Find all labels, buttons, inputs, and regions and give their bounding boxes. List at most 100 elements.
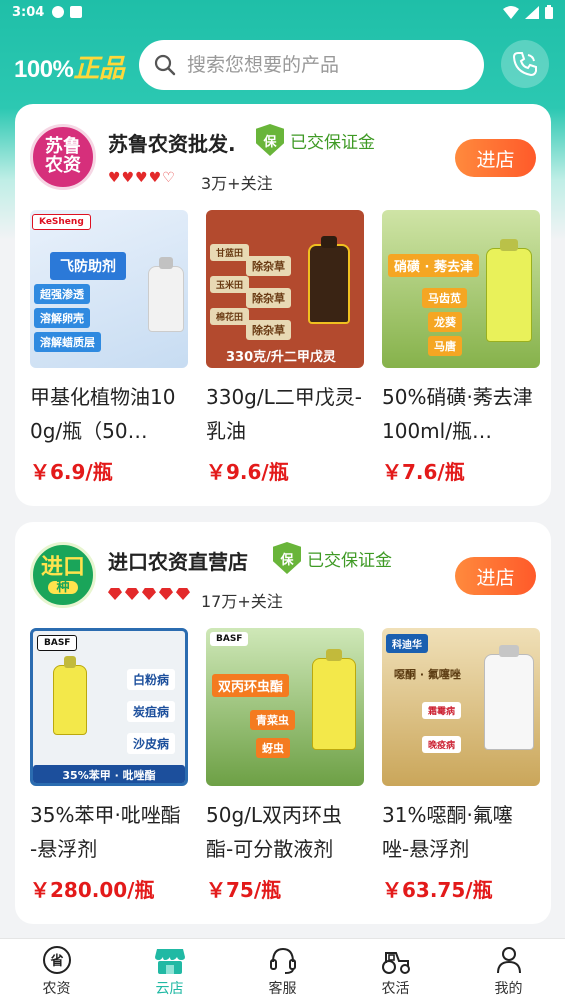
- diamond-icon: [125, 588, 139, 600]
- image-label: 超强渗透: [34, 284, 90, 304]
- shop-name[interactable]: 进口农资直营店: [108, 546, 248, 575]
- product-item[interactable]: 甘蓝田 除杂草 玉米田 除杂草 棉花田 除杂草 330克/升二甲戊灵 330g/…: [206, 210, 364, 485]
- product-name[interactable]: 330g/L二甲戊灵-乳油: [206, 380, 364, 448]
- shield-icon: 保: [256, 124, 284, 156]
- bottle-graphic: [148, 266, 184, 332]
- bottle-graphic: [312, 658, 356, 750]
- product-image[interactable]: BASF 白粉病 炭疽病 沙皮病 35%苯甲 · 吡唑酯: [30, 628, 188, 786]
- tab-yundian[interactable]: 云店: [113, 939, 226, 1004]
- bottom-tab-bar: 省 农资 云店 客服 农活 我的: [0, 938, 565, 1004]
- product-name[interactable]: 甲基化植物油100g/瓶（50…: [30, 380, 188, 448]
- product-price: ￥75/瓶: [206, 878, 282, 902]
- product-name[interactable]: 35%苯甲·吡唑酯 -悬浮剂: [30, 798, 188, 866]
- bottle-graphic: [308, 244, 350, 324]
- shop-rating: [108, 588, 193, 600]
- image-caption: 35%苯甲 · 吡唑酯: [33, 765, 185, 783]
- phone-button[interactable]: [501, 40, 549, 88]
- product-price: ￥7.6/瓶: [382, 460, 465, 484]
- brand-logo: 100%正品: [14, 48, 125, 85]
- product-price: ￥280.00/瓶: [30, 878, 155, 902]
- tab-nongzi[interactable]: 省 农资: [0, 939, 113, 1004]
- image-label: 除杂草: [246, 256, 291, 276]
- deposit-badge-label: 已交保证金: [307, 550, 392, 571]
- image-label: 青菜虫: [250, 710, 295, 730]
- heart-icon: ♥: [135, 170, 148, 186]
- image-label: 除杂草: [246, 320, 291, 340]
- followers-count: 17万+关注: [201, 592, 283, 611]
- shop-logo-line2: 种: [48, 581, 78, 595]
- bottle-graphic: [53, 665, 87, 735]
- tab-wode[interactable]: 我的: [452, 939, 565, 1004]
- image-label: 甘蓝田: [210, 244, 250, 261]
- image-label: 炭疽病: [127, 701, 176, 722]
- image-label: 马齿苋: [422, 288, 467, 308]
- product-item[interactable]: KeSheng 飞防助剂 超强渗透 溶解卵壳 溶解蜡质层 甲基化植物油100g/…: [30, 210, 188, 485]
- bottle-graphic: [486, 248, 532, 342]
- product-image[interactable]: 甘蓝田 除杂草 玉米田 除杂草 棉花田 除杂草 330克/升二甲戊灵: [206, 210, 364, 368]
- status-time: 3:04: [12, 4, 45, 20]
- search-bar[interactable]: [139, 40, 484, 90]
- tab-label: 云店: [155, 981, 184, 997]
- tab-nonghuo[interactable]: 农活: [339, 939, 452, 1004]
- product-price: ￥6.9/瓶: [30, 460, 113, 484]
- product-name[interactable]: 50%硝磺·莠去津100ml/瓶…: [382, 380, 540, 448]
- image-label: 双丙环虫酯: [212, 674, 290, 697]
- shop-logo-line2: 农资: [45, 155, 81, 176]
- signal-icon: [525, 5, 539, 19]
- shop-logo: 进口 种: [30, 542, 96, 608]
- product-item[interactable]: 硝磺 · 莠去津 马齿苋 龙葵 马唐 50%硝磺·莠去津100ml/瓶… ￥7.…: [382, 210, 540, 485]
- product-image[interactable]: KeSheng 飞防助剂 超强渗透 溶解卵壳 溶解蜡质层: [30, 210, 188, 368]
- followers-count: 3万+关注: [201, 174, 273, 193]
- notification-icon: [52, 6, 65, 18]
- product-list: KeSheng 飞防助剂 超强渗透 溶解卵壳 溶解蜡质层 甲基化植物油100g/…: [30, 210, 540, 485]
- phone-icon: [512, 52, 537, 77]
- deposit-badge: 保 已交保证金: [256, 124, 375, 156]
- product-item[interactable]: BASF 白粉病 炭疽病 沙皮病 35%苯甲 · 吡唑酯 35%苯甲·吡唑酯 -…: [30, 628, 188, 903]
- app-notification-icon: [70, 6, 83, 18]
- product-image[interactable]: 硝磺 · 莠去津 马齿苋 龙葵 马唐: [382, 210, 540, 368]
- image-label: 噁酮 · 氟噻唑: [394, 668, 461, 681]
- bottle-graphic: [484, 654, 534, 750]
- shield-icon: 保: [273, 542, 301, 574]
- product-image[interactable]: BASF 双丙环虫酯 青菜虫 蚜虫: [206, 628, 364, 786]
- store-icon: [154, 945, 186, 975]
- shop-logo: 苏鲁 农资: [30, 124, 96, 190]
- enter-shop-button[interactable]: 进店: [455, 139, 536, 177]
- image-label: 硝磺 · 莠去津: [388, 254, 479, 277]
- shop-logo-line1: 进口: [40, 554, 85, 580]
- tab-kefu[interactable]: 客服: [226, 939, 339, 1004]
- image-label: 溶解蜡质层: [34, 332, 101, 352]
- wifi-icon: [503, 5, 519, 19]
- shop-card[interactable]: 苏鲁 农资 苏鲁农资批发. 保 已交保证金 ♥ ♥ ♥ ♥ ♡ 3万+关注 进店…: [15, 104, 551, 506]
- product-item[interactable]: BASF 双丙环虫酯 青菜虫 蚜虫 50g/L双丙环虫酯-可分散液剂 ￥75/瓶: [206, 628, 364, 903]
- image-caption: 330克/升二甲戊灵: [226, 350, 336, 365]
- product-price: ￥9.6/瓶: [206, 460, 289, 484]
- user-icon: [493, 945, 525, 975]
- tab-label: 客服: [268, 981, 297, 997]
- search-icon: [154, 54, 176, 76]
- shop-name[interactable]: 苏鲁农资批发.: [108, 128, 236, 157]
- product-image[interactable]: 科迪华 噁酮 · 氟噻唑 霜霉病 晚疫病: [382, 628, 540, 786]
- heart-icon: ♥: [108, 170, 121, 186]
- brand-prefix: 100%: [14, 56, 74, 83]
- heart-outline-icon: ♡: [162, 170, 175, 186]
- enter-shop-button[interactable]: 进店: [455, 557, 536, 595]
- tab-label: 我的: [494, 981, 523, 997]
- shop-card[interactable]: 进口 种 进口农资直营店 保 已交保证金 17万+关注 进店 BASF 白粉病 …: [15, 522, 551, 924]
- search-input[interactable]: [187, 54, 467, 76]
- image-label: 棉花田: [210, 308, 250, 325]
- heart-icon: ♥: [148, 170, 162, 186]
- status-bar: 3:04: [0, 0, 565, 24]
- brand-mark: BASF: [210, 632, 249, 646]
- product-item[interactable]: 科迪华 噁酮 · 氟噻唑 霜霉病 晚疫病 31%噁酮·氟噻唑-悬浮剂 ￥63.7…: [382, 628, 540, 903]
- brand-mark: BASF: [37, 635, 78, 651]
- tab-label: 农活: [381, 981, 410, 997]
- diamond-icon: [176, 588, 190, 600]
- product-name[interactable]: 31%噁酮·氟噻唑-悬浮剂: [382, 798, 540, 866]
- image-label: 溶解卵壳: [34, 308, 90, 328]
- tab-label: 农资: [42, 981, 71, 997]
- heart-icon: ♥: [121, 170, 135, 186]
- product-name[interactable]: 50g/L双丙环虫酯-可分散液剂: [206, 798, 364, 866]
- province-icon: 省: [41, 945, 73, 975]
- status-indicators: [503, 5, 553, 19]
